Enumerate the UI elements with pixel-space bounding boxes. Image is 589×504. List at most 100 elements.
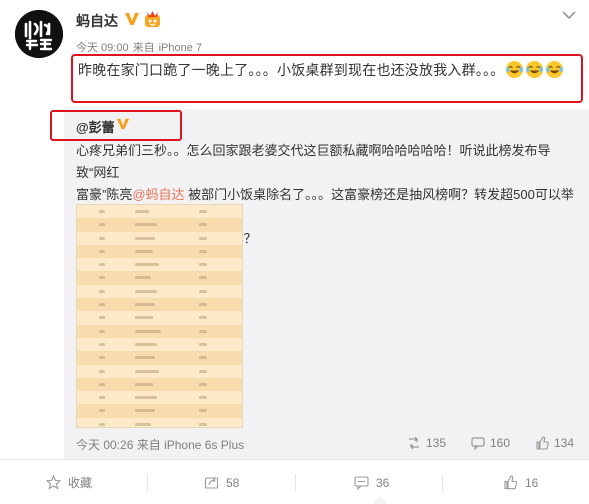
favorite-label: 收藏 bbox=[68, 476, 93, 490]
thumbnail-text-stroke bbox=[99, 276, 105, 280]
repost-comment-stat[interactable]: 160 bbox=[471, 436, 510, 450]
divider bbox=[442, 474, 443, 492]
post-source[interactable]: iPhone 7 bbox=[159, 42, 202, 54]
repost-time[interactable]: 今天 00:26 bbox=[76, 438, 133, 452]
thumbnail-text-stroke bbox=[199, 223, 207, 227]
divider bbox=[147, 474, 148, 492]
ranking-image-thumbnail[interactable] bbox=[76, 204, 243, 428]
thumbnail-text-stroke bbox=[135, 422, 151, 426]
thumbnail-text-stroke bbox=[135, 210, 149, 213]
post-text-content: 昨晚在家门口跪了一晚上了。。。小饭桌群到现在也还没放我入群。。。 bbox=[78, 62, 505, 78]
star-icon bbox=[46, 475, 61, 490]
thumbnail-text-stroke bbox=[199, 276, 207, 280]
thumbnail-text-stroke bbox=[199, 369, 207, 373]
avatar-logo-icon bbox=[15, 10, 63, 58]
thumbnail-row bbox=[77, 404, 242, 418]
mention-link[interactable]: @蚂自达 bbox=[132, 187, 184, 202]
like-count: 16 bbox=[525, 475, 539, 490]
thumbnail-text-stroke bbox=[99, 236, 105, 240]
thumbnail-text-stroke bbox=[135, 329, 161, 333]
thumbnail-text-stroke bbox=[99, 329, 105, 333]
thumbnail-text-stroke bbox=[135, 223, 157, 227]
thumbnail-row bbox=[77, 258, 242, 272]
repost-meta: 今天 00:26 来自 iPhone 6s Plus bbox=[76, 436, 244, 453]
thumbnail-text-stroke bbox=[135, 249, 153, 253]
repost-source[interactable]: iPhone 6s Plus bbox=[164, 438, 244, 452]
thumbnail-text-stroke bbox=[199, 289, 207, 293]
thumbnail-row bbox=[77, 284, 242, 299]
verified-v-icon bbox=[116, 118, 130, 130]
thumbnail-text-stroke bbox=[199, 303, 207, 307]
thumbnail-text-stroke bbox=[99, 382, 105, 386]
thumbnail-row bbox=[77, 298, 242, 312]
thumbnail-text-stroke bbox=[99, 369, 105, 373]
thumbnail-text-stroke bbox=[99, 316, 105, 320]
thumbnail-row bbox=[77, 417, 242, 427]
post-username[interactable]: 蚂自达 bbox=[76, 11, 118, 31]
share-icon bbox=[204, 477, 219, 489]
thumbnail-row bbox=[77, 391, 242, 405]
thumbnail-row bbox=[77, 244, 242, 259]
share-icon bbox=[409, 436, 419, 450]
repost-count: 58 bbox=[226, 475, 240, 490]
repost-like-count: 134 bbox=[554, 436, 575, 450]
thumbnail-text-stroke bbox=[135, 303, 155, 307]
comment-icon bbox=[471, 437, 485, 450]
repost-author[interactable]: @彭蕾 bbox=[76, 117, 115, 136]
repost-source-prefix: 来自 bbox=[136, 438, 161, 452]
laugh-cry-emoji-icon bbox=[546, 60, 564, 79]
post-meta: 今天 09:00 来自 iPhone 7 bbox=[76, 39, 206, 55]
thumbnail-text-stroke bbox=[135, 369, 159, 373]
thumbnail-text-stroke bbox=[99, 263, 105, 267]
comment-active-indicator bbox=[373, 496, 387, 504]
thumbnail-text-stroke bbox=[135, 409, 155, 413]
comment-count: 36 bbox=[376, 475, 390, 490]
laugh-cry-emoji-icon bbox=[526, 60, 544, 79]
thumbnail-row bbox=[77, 205, 242, 219]
repost-text-line: 心疼兄弟们三秒。。怎么回家跟老婆交代这巨额私藏啊哈哈哈哈哈！听说此榜发布导致“网… bbox=[76, 143, 551, 180]
thumbnail-text-stroke bbox=[99, 342, 105, 346]
thumbnail-text-stroke bbox=[99, 289, 105, 293]
thumbnail-text-stroke bbox=[135, 289, 157, 293]
thumbnail-text-stroke bbox=[135, 396, 157, 400]
member-crown-icon[interactable] bbox=[144, 10, 161, 28]
thumbnail-text-stroke bbox=[199, 210, 207, 213]
verified-v-icon bbox=[125, 13, 139, 25]
post-text: 昨晚在家门口跪了一晚上了。。。小饭桌群到现在也还没放我入群。。。 bbox=[78, 59, 578, 81]
thumbnail-text-stroke bbox=[135, 276, 151, 280]
favorite-button[interactable]: 收藏 bbox=[46, 460, 92, 504]
thumbs-up-icon bbox=[504, 475, 518, 490]
thumbnail-row bbox=[77, 377, 242, 392]
thumbnail-text-stroke bbox=[199, 396, 207, 400]
chevron-down-icon[interactable] bbox=[562, 10, 576, 20]
thumbnail-text-stroke bbox=[199, 422, 207, 426]
post-action-bar: 收藏 58 36 16 bbox=[0, 459, 589, 504]
thumbnail-row bbox=[77, 337, 242, 352]
thumbnail-text-stroke bbox=[135, 342, 157, 346]
repost-comment-count: 160 bbox=[490, 436, 511, 450]
thumbnail-text-stroke bbox=[135, 316, 153, 320]
thumbnail-text-stroke bbox=[99, 356, 105, 360]
thumbnail-text-stroke bbox=[199, 342, 207, 346]
repost-repost-stat[interactable]: 135 bbox=[407, 436, 446, 450]
thumbnail-row bbox=[77, 218, 242, 232]
thumbnail-row bbox=[77, 231, 242, 245]
thumbnail-text-stroke bbox=[99, 223, 105, 227]
thumbnail-text-stroke bbox=[99, 249, 105, 253]
thumbnail-text-stroke bbox=[135, 356, 155, 360]
like-button[interactable]: 16 bbox=[503, 460, 538, 504]
thumbnail-text-stroke bbox=[99, 303, 105, 307]
weibo-post: 蚂自达 今天 09:00 来自 iPhone 7 昨晚在家门口跪了一晚上了。。。小饭… bbox=[0, 0, 589, 504]
thumbnail-text-stroke bbox=[199, 356, 207, 360]
thumbnail-row bbox=[77, 324, 242, 338]
thumbnail-row bbox=[77, 351, 242, 365]
avatar[interactable] bbox=[15, 10, 63, 58]
post-time[interactable]: 今天 09:00 bbox=[76, 42, 129, 54]
thumbnail-text-stroke bbox=[135, 263, 159, 267]
thumbnail-text-stroke bbox=[199, 382, 207, 386]
thumbnail-text-stroke bbox=[199, 263, 207, 267]
repost-like-stat[interactable]: 134 bbox=[535, 436, 574, 450]
repost-button[interactable]: 58 bbox=[204, 460, 239, 504]
thumbnail-text-stroke bbox=[99, 422, 105, 426]
thumbnail-row bbox=[77, 364, 242, 378]
